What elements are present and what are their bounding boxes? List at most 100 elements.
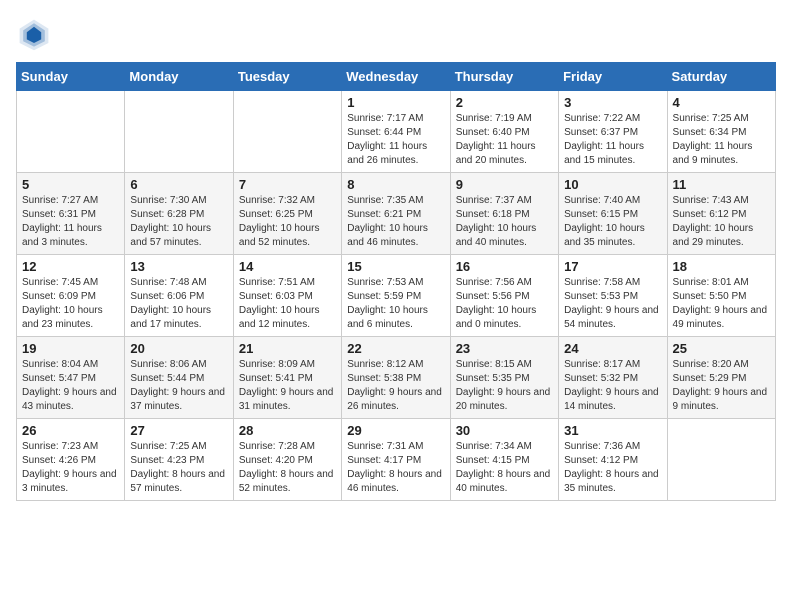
day-info: Sunrise: 7:45 AM Sunset: 6:09 PM Dayligh…	[22, 276, 119, 332]
header-tuesday: Tuesday	[233, 63, 341, 91]
day-info: Sunrise: 7:56 AM Sunset: 5:56 PM Dayligh…	[456, 276, 553, 332]
day-info: Sunrise: 7:31 AM Sunset: 4:17 PM Dayligh…	[347, 440, 444, 496]
calendar-week-1: 1Sunrise: 7:17 AM Sunset: 6:44 PM Daylig…	[17, 91, 776, 173]
day-number: 29	[347, 423, 444, 438]
calendar-cell: 1Sunrise: 7:17 AM Sunset: 6:44 PM Daylig…	[342, 91, 450, 173]
calendar-header-row: SundayMondayTuesdayWednesdayThursdayFrid…	[17, 63, 776, 91]
day-number: 13	[130, 259, 227, 274]
calendar: SundayMondayTuesdayWednesdayThursdayFrid…	[16, 62, 776, 501]
day-number: 9	[456, 177, 553, 192]
calendar-cell: 17 Sunrise: 7:58 AM Sunset: 5:53 PM Dayli…	[559, 255, 667, 337]
calendar-cell: 14Sunrise: 7:51 AM Sunset: 6:03 PM Dayli…	[233, 255, 341, 337]
day-number: 11	[673, 177, 770, 192]
calendar-cell: 23Sunrise: 8:15 AM Sunset: 5:35 PM Dayli…	[450, 337, 558, 419]
day-info: Sunrise: 7:36 AM Sunset: 4:12 PM Dayligh…	[564, 440, 661, 496]
header-wednesday: Wednesday	[342, 63, 450, 91]
calendar-cell	[125, 91, 233, 173]
day-info: Sunrise: 7:35 AM Sunset: 6:21 PM Dayligh…	[347, 194, 444, 250]
day-info: Sunrise: 7:25 AM Sunset: 6:34 PM Dayligh…	[673, 112, 770, 168]
calendar-cell: 7 Sunrise: 7:32 AM Sunset: 6:25 PM Daylig…	[233, 173, 341, 255]
calendar-cell: 20Sunrise: 8:06 AM Sunset: 5:44 PM Dayli…	[125, 337, 233, 419]
day-number: 18	[673, 259, 770, 274]
day-info: Sunrise: 8:15 AM Sunset: 5:35 PM Dayligh…	[456, 358, 553, 414]
day-number: 4	[673, 95, 770, 110]
logo	[16, 16, 58, 52]
header-thursday: Thursday	[450, 63, 558, 91]
day-number: 15	[347, 259, 444, 274]
header-sunday: Sunday	[17, 63, 125, 91]
calendar-cell: 25 Sunrise: 8:20 AM Sunset: 5:29 PM Dayli…	[667, 337, 775, 419]
calendar-cell: 21 Sunrise: 8:09 AM Sunset: 5:41 PM Dayli…	[233, 337, 341, 419]
day-number: 24	[564, 341, 661, 356]
calendar-cell: 13Sunrise: 7:48 AM Sunset: 6:06 PM Dayli…	[125, 255, 233, 337]
day-number: 8	[347, 177, 444, 192]
day-info: Sunrise: 7:25 AM Sunset: 4:23 PM Dayligh…	[130, 440, 227, 496]
day-info: Sunrise: 8:09 AM Sunset: 5:41 PM Dayligh…	[239, 358, 336, 414]
calendar-cell: 30 Sunrise: 7:34 AM Sunset: 4:15 PM Dayli…	[450, 419, 558, 501]
calendar-cell	[667, 419, 775, 501]
day-number: 3	[564, 95, 661, 110]
day-info: Sunrise: 7:32 AM Sunset: 6:25 PM Dayligh…	[239, 194, 336, 250]
calendar-week-2: 5Sunrise: 7:27 AM Sunset: 6:31 PM Daylig…	[17, 173, 776, 255]
day-number: 27	[130, 423, 227, 438]
day-info: Sunrise: 7:22 AM Sunset: 6:37 PM Dayligh…	[564, 112, 661, 168]
day-info: Sunrise: 8:20 AM Sunset: 5:29 PM Dayligh…	[673, 358, 770, 414]
day-info: Sunrise: 7:51 AM Sunset: 6:03 PM Dayligh…	[239, 276, 336, 332]
calendar-week-4: 19 Sunrise: 8:04 AM Sunset: 5:47 PM Dayli…	[17, 337, 776, 419]
day-number: 16	[456, 259, 553, 274]
day-info: Sunrise: 7:58 AM Sunset: 5:53 PM Dayligh…	[564, 276, 661, 332]
calendar-cell: 27 Sunrise: 7:25 AM Sunset: 4:23 PM Dayli…	[125, 419, 233, 501]
day-info: Sunrise: 8:12 AM Sunset: 5:38 PM Dayligh…	[347, 358, 444, 414]
header-monday: Monday	[125, 63, 233, 91]
day-number: 2	[456, 95, 553, 110]
calendar-cell: 6 Sunrise: 7:30 AM Sunset: 6:28 PM Daylig…	[125, 173, 233, 255]
calendar-cell: 29 Sunrise: 7:31 AM Sunset: 4:17 PM Dayli…	[342, 419, 450, 501]
calendar-cell: 11Sunrise: 7:43 AM Sunset: 6:12 PM Dayli…	[667, 173, 775, 255]
day-number: 26	[22, 423, 119, 438]
header-saturday: Saturday	[667, 63, 775, 91]
calendar-cell	[233, 91, 341, 173]
calendar-cell: 3 Sunrise: 7:22 AM Sunset: 6:37 PM Daylig…	[559, 91, 667, 173]
day-info: Sunrise: 8:06 AM Sunset: 5:44 PM Dayligh…	[130, 358, 227, 414]
day-info: Sunrise: 7:28 AM Sunset: 4:20 PM Dayligh…	[239, 440, 336, 496]
day-number: 7	[239, 177, 336, 192]
calendar-cell: 2 Sunrise: 7:19 AM Sunset: 6:40 PM Daylig…	[450, 91, 558, 173]
day-info: Sunrise: 7:37 AM Sunset: 6:18 PM Dayligh…	[456, 194, 553, 250]
calendar-cell: 15Sunrise: 7:53 AM Sunset: 5:59 PM Dayli…	[342, 255, 450, 337]
day-info: Sunrise: 8:01 AM Sunset: 5:50 PM Dayligh…	[673, 276, 770, 332]
day-number: 10	[564, 177, 661, 192]
calendar-week-5: 26 Sunrise: 7:23 AM Sunset: 4:26 PM Dayli…	[17, 419, 776, 501]
day-number: 25	[673, 341, 770, 356]
day-number: 30	[456, 423, 553, 438]
day-info: Sunrise: 7:30 AM Sunset: 6:28 PM Dayligh…	[130, 194, 227, 250]
day-number: 19	[22, 341, 119, 356]
day-info: Sunrise: 7:34 AM Sunset: 4:15 PM Dayligh…	[456, 440, 553, 496]
calendar-cell	[17, 91, 125, 173]
logo-icon	[16, 16, 52, 52]
day-number: 17	[564, 259, 661, 274]
calendar-cell: 12 Sunrise: 7:45 AM Sunset: 6:09 PM Dayli…	[17, 255, 125, 337]
day-number: 31	[564, 423, 661, 438]
day-info: Sunrise: 7:19 AM Sunset: 6:40 PM Dayligh…	[456, 112, 553, 168]
day-info: Sunrise: 7:27 AM Sunset: 6:31 PM Dayligh…	[22, 194, 119, 250]
day-number: 21	[239, 341, 336, 356]
calendar-cell: 28 Sunrise: 7:28 AM Sunset: 4:20 PM Dayli…	[233, 419, 341, 501]
day-number: 6	[130, 177, 227, 192]
calendar-cell: 24Sunrise: 8:17 AM Sunset: 5:32 PM Dayli…	[559, 337, 667, 419]
calendar-cell: 9 Sunrise: 7:37 AM Sunset: 6:18 PM Daylig…	[450, 173, 558, 255]
day-number: 28	[239, 423, 336, 438]
calendar-cell: 19 Sunrise: 8:04 AM Sunset: 5:47 PM Dayli…	[17, 337, 125, 419]
header-friday: Friday	[559, 63, 667, 91]
calendar-cell: 22Sunrise: 8:12 AM Sunset: 5:38 PM Dayli…	[342, 337, 450, 419]
calendar-cell: 16 Sunrise: 7:56 AM Sunset: 5:56 PM Dayli…	[450, 255, 558, 337]
calendar-cell: 10 Sunrise: 7:40 AM Sunset: 6:15 PM Dayli…	[559, 173, 667, 255]
day-info: Sunrise: 8:04 AM Sunset: 5:47 PM Dayligh…	[22, 358, 119, 414]
calendar-cell: 8 Sunrise: 7:35 AM Sunset: 6:21 PM Daylig…	[342, 173, 450, 255]
calendar-cell: 31 Sunrise: 7:36 AM Sunset: 4:12 PM Dayli…	[559, 419, 667, 501]
day-number: 1	[347, 95, 444, 110]
calendar-cell: 26 Sunrise: 7:23 AM Sunset: 4:26 PM Dayli…	[17, 419, 125, 501]
day-number: 12	[22, 259, 119, 274]
header	[16, 16, 776, 52]
day-info: Sunrise: 7:40 AM Sunset: 6:15 PM Dayligh…	[564, 194, 661, 250]
day-info: Sunrise: 7:23 AM Sunset: 4:26 PM Dayligh…	[22, 440, 119, 496]
